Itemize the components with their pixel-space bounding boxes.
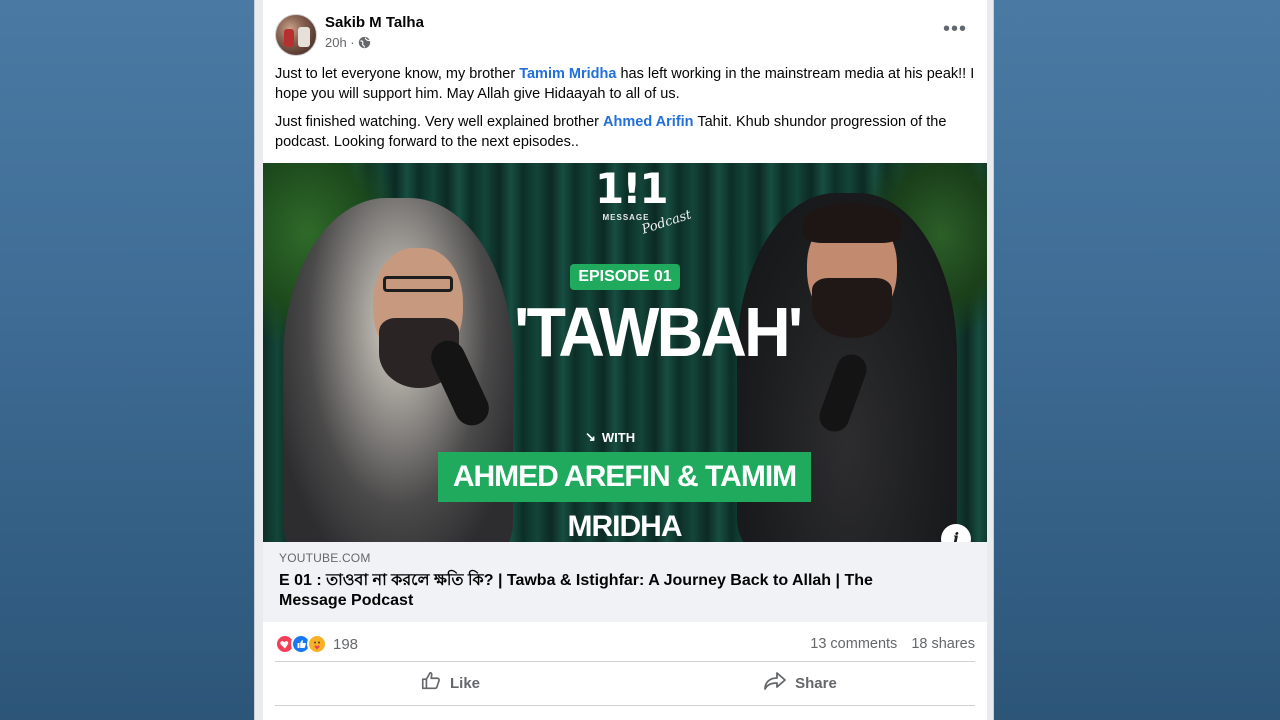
care-icon [307, 634, 327, 654]
share-button[interactable]: Share [625, 662, 975, 704]
like-label: Like [449, 674, 480, 692]
thumbs-up-icon [420, 670, 442, 696]
author-avatar[interactable] [275, 14, 317, 56]
engagement-counts: 13 comments 18 shares [810, 636, 975, 652]
share-label: Share [795, 674, 837, 692]
post-text: Just to let everyone know, my brother Ta… [275, 64, 975, 160]
comments-count[interactable]: 13 comments [810, 636, 897, 652]
with-label: ↘ WITH [585, 429, 635, 445]
reaction-icons[interactable] [275, 634, 327, 654]
feed-column: Sakib M Talha 20h · ••• Just to let ever… [254, 0, 994, 720]
arrow-icon: ↘ [585, 429, 596, 444]
post-actions: Like Share [275, 662, 975, 704]
video-thumbnail[interactable]: 1!1 MESSAGE Podcast EPISODE 01 'TAWBAH' … [263, 163, 987, 542]
post-time[interactable]: 20h · [325, 35, 355, 50]
reactions-bar: 198 13 comments 18 shares [275, 632, 975, 656]
share-arrow-icon [763, 670, 787, 696]
globe-icon [358, 36, 371, 49]
post-card: Sakib M Talha 20h · ••• Just to let ever… [263, 0, 987, 720]
divider [275, 705, 975, 706]
text-segment: Just to let everyone know, my brother [275, 66, 520, 82]
episode-badge: EPISODE 01 [570, 264, 680, 290]
post-paragraph-2: Just finished watching. Very well explai… [275, 112, 975, 152]
mention-ahmed[interactable]: Ahmed Arifin [603, 114, 694, 130]
author-name[interactable]: Sakib M Talha [325, 14, 424, 31]
link-title[interactable]: E 01 : তাওবা না করলে ক্ষতি কি? | Tawba &… [279, 571, 939, 611]
podcast-logo: 1!1 MESSAGE [595, 164, 669, 223]
link-preview[interactable]: YOUTUBE.COM E 01 : তাওবা না করলে ক্ষতি ক… [263, 542, 987, 622]
post-paragraph-1: Just to let everyone know, my brother Ta… [275, 64, 975, 104]
post-meta: 20h · [325, 35, 371, 50]
with-text: WITH [601, 429, 636, 445]
more-options-icon[interactable]: ••• [941, 19, 969, 42]
link-domain: YOUTUBE.COM [279, 551, 371, 565]
guest-names-banner: AHMED AREFIN & TAMIM MRIDHA [438, 452, 811, 542]
text-segment: Just finished watching. Very well explai… [275, 114, 604, 130]
reaction-count[interactable]: 198 [333, 636, 358, 653]
shares-count[interactable]: 18 shares [911, 636, 975, 652]
like-button[interactable]: Like [275, 662, 625, 704]
thumb-headline: 'TAWBAH' [514, 293, 803, 371]
post-header: Sakib M Talha 20h · ••• [275, 12, 975, 56]
mention-tamim[interactable]: Tamim Mridha [519, 66, 616, 82]
